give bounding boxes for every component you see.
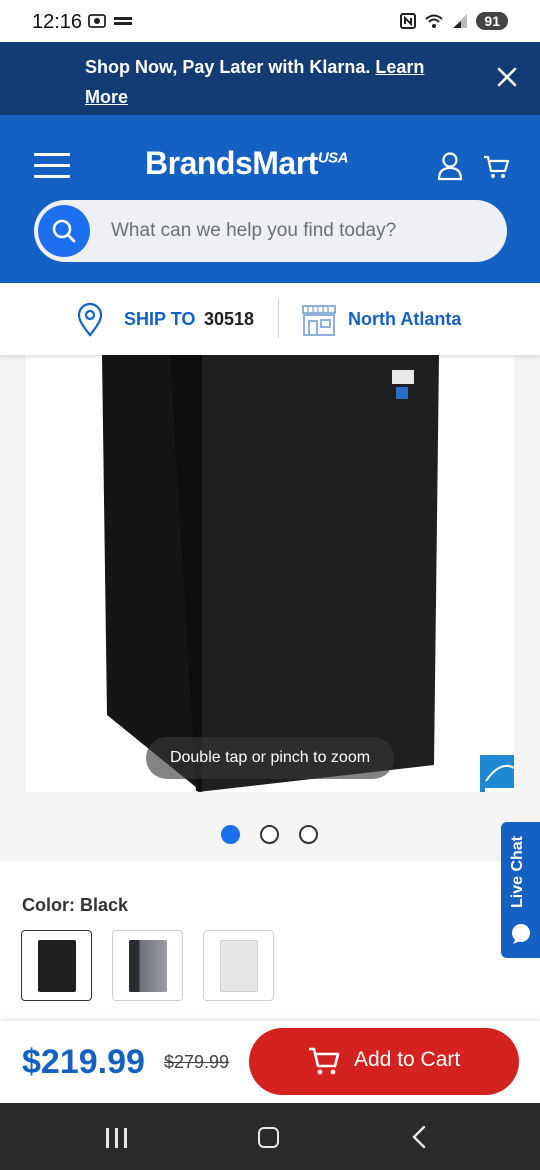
ship-to-zip[interactable]: 30518 <box>204 309 254 330</box>
search-button[interactable] <box>38 205 90 257</box>
divider <box>278 299 279 339</box>
swatch-stainless[interactable] <box>112 930 183 1001</box>
screenshot-icon <box>88 14 106 28</box>
carousel-pagination <box>221 825 318 844</box>
carousel-dot-2[interactable] <box>260 825 279 844</box>
close-icon[interactable] <box>496 66 518 88</box>
wifi-icon <box>425 14 444 28</box>
energy-star-icon <box>480 755 514 792</box>
temu-icon <box>112 14 134 28</box>
color-value: Black <box>80 895 129 915</box>
location-pin-icon[interactable] <box>76 303 104 337</box>
store-name[interactable]: North Atlanta <box>348 309 461 330</box>
color-selector-label: Color: Black <box>22 895 128 916</box>
ship-to-label[interactable]: SHIP TO <box>124 309 195 330</box>
chat-bubble-icon <box>512 924 530 944</box>
site-header: BrandsMartUSA What can we help you find … <box>0 115 540 283</box>
live-chat-label: Live Chat <box>509 835 526 908</box>
battery-indicator: 91 <box>476 12 508 30</box>
system-nav-bar <box>0 1103 540 1170</box>
add-to-cart-button[interactable]: Add to Cart <box>249 1028 519 1095</box>
swatch-thumbnail-white <box>220 940 258 992</box>
logo-text: BrandsMart <box>145 145 318 181</box>
promo-banner: Shop Now, Pay Later with Klarna. Learn M… <box>0 42 540 115</box>
original-price: $279.99 <box>164 1052 230 1072</box>
purchase-bar: $219.99 $279.99 Add to Cart <box>0 1021 540 1103</box>
hamburger-menu-icon[interactable] <box>34 153 70 179</box>
back-icon[interactable] <box>408 1125 432 1149</box>
color-swatches <box>21 930 274 1001</box>
cart-icon[interactable] <box>482 153 510 181</box>
product-gallery: Double tap or pinch to zoom <box>0 355 540 861</box>
carousel-dot-3[interactable] <box>299 825 318 844</box>
swatch-black[interactable] <box>21 930 92 1001</box>
brand-logo[interactable]: BrandsMartUSA <box>145 145 348 182</box>
status-time: 12:16 <box>32 11 83 33</box>
store-icon[interactable] <box>300 303 338 337</box>
search-icon <box>52 219 76 243</box>
status-system-icons: 91 <box>400 12 508 30</box>
sale-price: $219.99 <box>22 1043 145 1081</box>
fridge-image <box>102 355 439 792</box>
nfc-icon <box>400 13 417 29</box>
cart-icon <box>309 1047 340 1075</box>
swatch-white[interactable] <box>203 930 274 1001</box>
promo-text: Shop Now, Pay Later with Klarna. <box>85 57 376 77</box>
swatch-thumbnail-black <box>38 940 76 992</box>
account-icon[interactable] <box>436 151 464 181</box>
home-icon[interactable] <box>258 1127 279 1148</box>
status-notification-icons <box>88 13 134 29</box>
live-chat-button[interactable]: Live Chat <box>501 822 540 958</box>
promo-message: Shop Now, Pay Later with Klarna. Learn M… <box>85 52 465 112</box>
search-bar[interactable]: What can we help you find today? <box>34 200 507 262</box>
swatch-thumbnail-stainless <box>129 940 167 992</box>
search-input[interactable]: What can we help you find today? <box>111 220 396 242</box>
zoom-hint-tooltip: Double tap or pinch to zoom <box>146 737 394 779</box>
product-image[interactable] <box>26 355 514 792</box>
add-to-cart-label: Add to Cart <box>354 1048 461 1071</box>
status-bar: 12:16 91 <box>0 0 540 42</box>
logo-suffix: USA <box>317 149 349 167</box>
recent-apps-icon[interactable] <box>106 1128 127 1148</box>
color-label: Color: <box>22 895 80 915</box>
signal-icon <box>453 14 468 28</box>
ship-to-bar: SHIP TO 30518 North Atlanta <box>0 283 540 355</box>
carousel-dot-1[interactable] <box>221 825 240 844</box>
